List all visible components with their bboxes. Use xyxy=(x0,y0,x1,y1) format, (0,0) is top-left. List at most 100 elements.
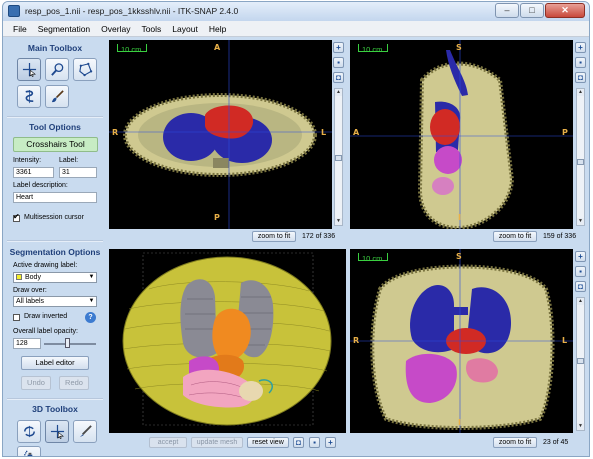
chevron-down-icon[interactable]: ▼ xyxy=(335,218,342,225)
crosshairs-tool-button[interactable] xyxy=(17,58,41,81)
minimize-button[interactable]: – xyxy=(495,3,519,18)
menu-overlay[interactable]: Overlay xyxy=(101,24,130,34)
view-options-icon[interactable]: ▪ xyxy=(575,266,586,277)
label-description-caption: Label description: xyxy=(13,182,68,189)
chevron-up-icon[interactable]: ▲ xyxy=(577,298,584,305)
close-button[interactable]: ✕ xyxy=(545,3,585,18)
chevron-up-icon[interactable]: ▲ xyxy=(335,89,342,96)
opacity-slider[interactable] xyxy=(44,343,96,345)
sagittal-slice-image xyxy=(350,40,573,229)
chevron-down-icon[interactable]: ▼ xyxy=(577,218,584,225)
slice-scrollbar[interactable]: ▲ ▼ xyxy=(576,88,585,226)
3d-scalpel-button[interactable] xyxy=(73,420,97,443)
zoom-to-fit-button[interactable]: zoom to fit xyxy=(252,231,296,242)
opacity-slider-thumb[interactable] xyxy=(65,338,70,348)
menu-bar: File Segmentation Overlay Tools Layout H… xyxy=(3,21,589,37)
app-icon xyxy=(8,5,20,17)
scale-label: 10 cm xyxy=(362,254,383,263)
axial-view[interactable]: 10 cm A P R L xyxy=(109,40,332,229)
active-label-value: Body xyxy=(25,274,41,281)
undo-button[interactable]: Undo xyxy=(21,376,51,390)
draw-inverted-checkbox[interactable] xyxy=(13,314,20,321)
camera-icon[interactable]: ◘ xyxy=(293,437,304,448)
segmentation-options-title: Segmentation Options xyxy=(9,247,101,257)
menu-file[interactable]: File xyxy=(13,24,27,34)
label-color-swatch xyxy=(16,274,22,280)
slice-indicator: 159 of 336 xyxy=(543,233,577,240)
menu-help[interactable]: Help xyxy=(209,24,226,34)
orient-top: S xyxy=(456,252,462,261)
help-icon[interactable]: ? xyxy=(85,312,96,323)
orient-bottom: I xyxy=(458,418,461,427)
orient-top: S xyxy=(456,43,462,52)
view-options-icon[interactable]: ▪ xyxy=(333,57,344,68)
menu-tools[interactable]: Tools xyxy=(141,24,161,34)
3d-toolbox-title: 3D Toolbox xyxy=(32,404,78,414)
expand-view-icon[interactable]: + xyxy=(575,42,586,53)
reset-view-button[interactable]: reset view xyxy=(247,437,289,448)
paintbrush-tool-button[interactable] xyxy=(45,85,69,108)
orient-right: P xyxy=(562,128,568,137)
maximize-button[interactable]: □ xyxy=(520,3,544,18)
view-options-icon[interactable]: ▪ xyxy=(309,437,320,448)
slice-indicator: 23 of 45 xyxy=(543,439,569,446)
snake-tool-button[interactable] xyxy=(17,85,41,108)
axial-view-sidebar: + ▪ ◘ ▲ ▼ xyxy=(333,40,345,229)
camera-icon[interactable]: ◘ xyxy=(333,72,344,83)
intensity-field[interactable]: 3361 xyxy=(13,167,54,178)
opacity-field[interactable]: 128 xyxy=(13,338,41,349)
camera-icon[interactable]: ◘ xyxy=(575,281,586,292)
update-mesh-button[interactable]: update mesh xyxy=(191,437,243,448)
menu-layout[interactable]: Layout xyxy=(172,24,198,34)
expand-view-icon[interactable]: + xyxy=(325,437,336,448)
menu-segmentation[interactable]: Segmentation xyxy=(38,24,90,34)
orient-left: A xyxy=(353,128,360,137)
expand-view-icon[interactable]: + xyxy=(333,42,344,53)
sagittal-view[interactable]: 10 cm S I A P xyxy=(350,40,573,229)
active-label-caption: Active drawing label: xyxy=(13,262,78,269)
axial-slice-image xyxy=(109,40,332,229)
coronal-bottom-bar: zoom to fit 23 of 45 xyxy=(350,437,587,449)
3d-render-view[interactable] xyxy=(109,249,346,433)
title-bar: resp_pos_1.nii - resp_pos_1kksshlv.nii -… xyxy=(3,2,589,21)
orient-top: A xyxy=(214,43,221,52)
slice-indicator: 172 of 336 xyxy=(302,233,336,240)
coronal-view[interactable]: 10 cm S I R L xyxy=(350,249,573,433)
scroll-thumb[interactable] xyxy=(577,159,584,165)
chevron-down-icon: ▼ xyxy=(88,274,95,280)
axial-bottom-bar: zoom to fit 172 of 336 xyxy=(109,231,346,243)
itk-snap-window: resp_pos_1.nii - resp_pos_1kksshlv.nii -… xyxy=(2,1,590,457)
scroll-thumb[interactable] xyxy=(577,358,584,364)
expand-view-icon[interactable]: + xyxy=(575,251,586,262)
label-caption: Label: xyxy=(59,157,79,164)
label-field[interactable]: 31 xyxy=(59,167,97,178)
multisession-checkbox[interactable] xyxy=(13,212,20,222)
draw-over-select[interactable]: All labels ▼ xyxy=(13,296,97,307)
redo-button[interactable]: Redo xyxy=(59,376,89,390)
paintbrush-tool-icon xyxy=(51,90,64,103)
3d-rotate-button[interactable] xyxy=(17,420,41,443)
active-tool-button[interactable]: Crosshairs Tool xyxy=(13,137,98,152)
camera-icon[interactable]: ◘ xyxy=(575,72,586,83)
slice-scrollbar[interactable]: ▲ ▼ xyxy=(334,88,343,226)
3d-crosshair-button[interactable] xyxy=(45,420,69,443)
view-options-icon[interactable]: ▪ xyxy=(575,57,586,68)
polygon-tool-button[interactable] xyxy=(73,58,97,81)
orient-left: R xyxy=(353,336,360,345)
3d-crosshair-icon xyxy=(50,424,64,439)
zoom-to-fit-button[interactable]: zoom to fit xyxy=(493,231,537,242)
active-label-select[interactable]: Body ▼ xyxy=(13,272,97,283)
intensity-caption: Intensity: xyxy=(13,157,42,164)
zoom-to-fit-button[interactable]: zoom to fit xyxy=(493,437,537,448)
scroll-thumb[interactable] xyxy=(335,155,342,161)
chevron-up-icon[interactable]: ▲ xyxy=(577,89,584,96)
window-title: resp_pos_1.nii - resp_pos_1kksshlv.nii -… xyxy=(25,6,239,16)
snake-tool-icon xyxy=(25,89,33,104)
label-editor-button[interactable]: Label editor xyxy=(21,356,89,370)
label-description-field[interactable]: Heart xyxy=(13,192,97,203)
accept-button[interactable]: accept xyxy=(149,437,187,448)
3d-spraypaint-button[interactable] xyxy=(17,446,41,456)
chevron-down-icon[interactable]: ▼ xyxy=(577,423,584,430)
slice-scrollbar[interactable]: ▲ ▼ xyxy=(576,297,585,431)
zoom-pan-tool-button[interactable] xyxy=(45,58,69,81)
